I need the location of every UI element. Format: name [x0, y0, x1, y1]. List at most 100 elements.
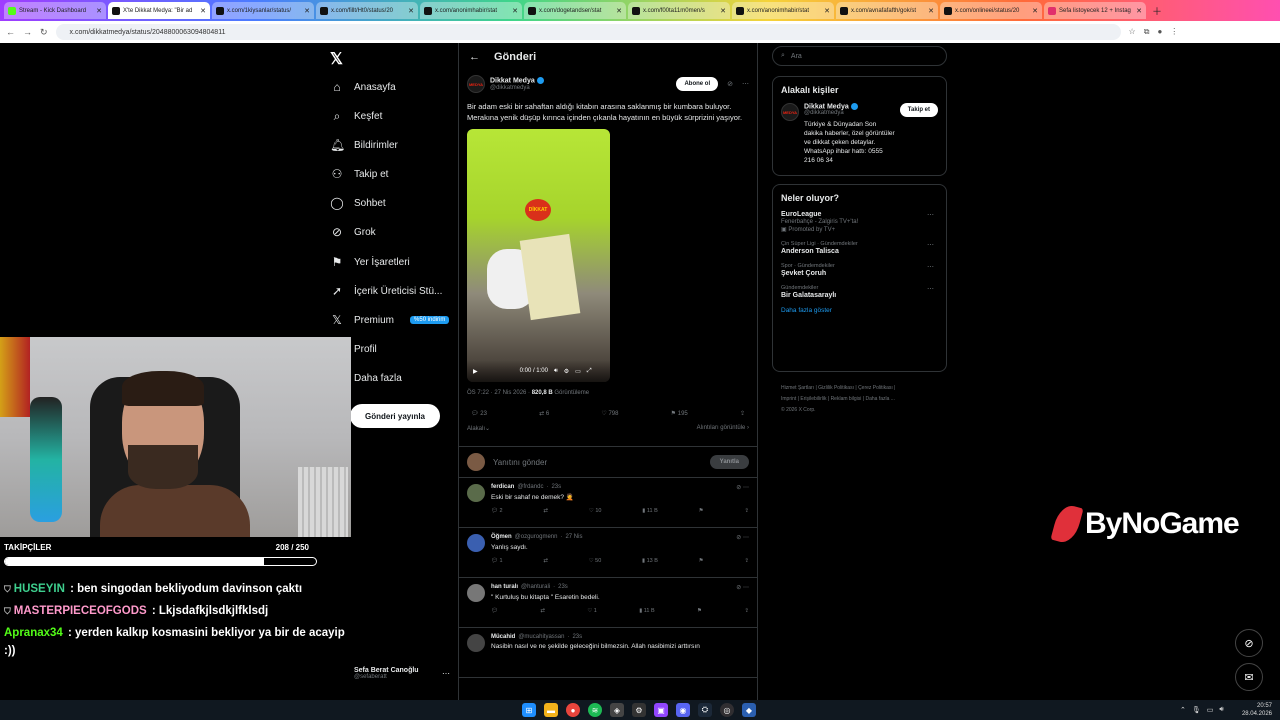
file-explorer-icon[interactable]: ▬	[544, 703, 558, 717]
app-icon[interactable]: ◆	[742, 703, 756, 717]
bookmark-star-icon[interactable]: ☆	[1129, 27, 1136, 37]
nav-item-premium[interactable]: 𝕏 Premium %50 indirim	[330, 313, 450, 327]
reply-button[interactable]: Yanıtla	[709, 455, 749, 469]
browser-tab[interactable]: x.com/onlineei/status/20 ✕	[940, 2, 1042, 19]
repost-icon[interactable]: ⇄	[543, 558, 548, 564]
follow-button[interactable]: Takip et	[899, 103, 938, 117]
avatar[interactable]	[467, 484, 485, 502]
subscribe-button[interactable]: Abone ol	[676, 77, 719, 91]
avatar[interactable]	[467, 634, 485, 652]
footer-link[interactable]: Çerez Politikası	[858, 385, 893, 391]
reload-icon[interactable]: ↻	[40, 27, 48, 38]
related-person[interactable]: MEDYA Dikkat Medya @dikkatmedya Türkiye …	[781, 103, 938, 165]
bookmark-icon[interactable]: ⚑	[699, 558, 704, 564]
profile-icon[interactable]: ●	[1157, 27, 1162, 37]
bookmark-icon[interactable]: ⚑	[699, 508, 704, 514]
reply-action[interactable]: 💬︎ 1	[491, 558, 503, 564]
footer-link[interactable]: Imprint	[781, 396, 796, 402]
forward-icon[interactable]: →	[23, 27, 32, 37]
grok-icon[interactable]: ⊘ ⋯	[736, 534, 749, 541]
post-video[interactable]: DİKKAT ▶ 0:00 / 1:00 🔊︎ ⚙ ▭ ⤢	[467, 129, 610, 382]
repost-action[interactable]: ⇄ 6	[539, 410, 549, 417]
like-action[interactable]: ♡ 50	[589, 558, 602, 564]
close-icon[interactable]: ✕	[720, 7, 726, 15]
grok-fab-icon[interactable]: ⊘	[1235, 629, 1263, 657]
more-icon[interactable]: ⋯	[742, 80, 749, 88]
more-icon[interactable]: ⋯	[927, 263, 934, 271]
avatar[interactable]	[467, 584, 485, 602]
close-icon[interactable]: ✕	[304, 7, 310, 15]
x-logo-icon[interactable]: 𝕏	[330, 49, 343, 69]
nav-item-follow[interactable]: ⚇ Takip et	[330, 167, 389, 181]
more-icon[interactable]: ⋯	[927, 211, 934, 219]
mic-icon[interactable]: 🎙︎	[1192, 706, 1201, 714]
settings-icon[interactable]: ⚙	[632, 703, 646, 717]
browser-tab-active[interactable]: X'te Dikkat Medya: "Bir ad ✕	[108, 2, 210, 19]
trend-item[interactable]: EuroLeague Fenerbahçe - Zalgiris TV+'ta!…	[781, 211, 938, 233]
pip-icon[interactable]: ▭	[575, 368, 581, 375]
post-button[interactable]: Gönderi yayınla	[350, 404, 440, 428]
share-icon[interactable]: ⇪	[744, 558, 749, 564]
browser-tab[interactable]: Sefa listoyecek 12 + Instag ✕	[1044, 2, 1146, 19]
volume-icon[interactable]: 🔊︎	[554, 368, 558, 375]
close-icon[interactable]: ✕	[824, 7, 830, 15]
bookmark-icon[interactable]: ⚑	[697, 608, 702, 614]
nav-item-home[interactable]: ⌂ Anasayfa	[330, 80, 395, 94]
footer-link[interactable]: Erişilebilirlik	[800, 396, 826, 402]
chrome-icon[interactable]: ●	[566, 703, 580, 717]
more-icon[interactable]: ⋯	[927, 285, 934, 293]
avatar[interactable]	[467, 534, 485, 552]
obs-icon[interactable]: ◎	[720, 703, 734, 717]
spotify-icon[interactable]: ≋	[588, 703, 602, 717]
extensions-icon[interactable]: ⧉	[1144, 27, 1150, 37]
chevron-up-icon[interactable]: ⌃	[1180, 706, 1186, 714]
sort-dropdown[interactable]: Alakalı⌄	[467, 425, 490, 432]
clock[interactable]: 20:57 28.04.2026	[1240, 702, 1272, 718]
show-more-link[interactable]: Daha fazla göster	[781, 307, 938, 314]
close-icon[interactable]: ✕	[928, 7, 934, 15]
commenter-name[interactable]: Öğmen	[491, 534, 512, 541]
close-icon[interactable]: ✕	[408, 7, 414, 15]
author-avatar[interactable]: MEDYA	[467, 75, 485, 93]
new-tab-icon[interactable]: ＋	[1152, 3, 1162, 18]
nav-item-creator-studio[interactable]: ➚ İçerik Üreticisi Stü...	[330, 284, 442, 298]
footer-link[interactable]: Daha fazla ...	[865, 396, 894, 402]
play-icon[interactable]: ▶	[473, 368, 478, 375]
search-input[interactable]: ⌕ Ara	[772, 46, 947, 66]
share-icon[interactable]: ⇪	[744, 508, 749, 514]
footer-link[interactable]: Hizmet Şartları	[781, 385, 814, 391]
more-icon[interactable]: ⋯	[927, 241, 934, 249]
share-icon[interactable]: ⇪	[740, 410, 745, 417]
browser-tab[interactable]: x.com/dogetandser/stat ✕	[524, 2, 626, 19]
close-icon[interactable]: ✕	[616, 7, 622, 15]
like-action[interactable]: ♡ 10	[589, 508, 602, 514]
browser-tab[interactable]: x.com/1kiysanlar/status/✕	[212, 2, 314, 19]
nav-item-notifications[interactable]: 🔔︎ Bildirimler	[330, 138, 398, 152]
close-icon[interactable]: ✕	[200, 7, 206, 15]
close-icon[interactable]: ✕	[96, 7, 102, 15]
nav-item-explore[interactable]: ⌕ Keşfet	[330, 109, 383, 124]
browser-tab[interactable]: x.com/f00ta11m0men/s ✕	[628, 2, 730, 19]
nav-item-grok[interactable]: ⊘ Grok	[330, 225, 376, 239]
trend-item[interactable]: Spor · Gündemdekiler Şevket Çoruh ⋯	[781, 263, 938, 277]
url-field[interactable]: x.com/dikkatmedya/status/204880006309480…	[55, 24, 1121, 40]
fullscreen-icon[interactable]: ⤢	[587, 368, 592, 375]
trend-item[interactable]: Çin Süper Ligi · Gündemdekiler Anderson …	[781, 241, 938, 255]
commenter-name[interactable]: han turalı	[491, 584, 518, 591]
close-icon[interactable]: ✕	[512, 7, 518, 15]
views-action[interactable]: ▮ 11 B	[639, 608, 654, 614]
settings-icon[interactable]: ⚙	[564, 368, 569, 375]
browser-tab[interactable]: Stream - Kick Dashboard ✕	[4, 2, 106, 19]
repost-icon[interactable]: ⇄	[540, 608, 545, 614]
author-name[interactable]: Dikkat Medya	[490, 77, 544, 85]
like-action[interactable]: ♡ 1	[587, 608, 597, 614]
avatar[interactable]: MEDYA	[781, 103, 799, 121]
reply-input[interactable]: Yanıtını gönder	[493, 458, 547, 467]
steam-icon[interactable]: ⛭	[698, 703, 712, 717]
close-icon[interactable]: ✕	[1136, 7, 1142, 15]
related-name[interactable]: Dikkat Medya	[804, 103, 849, 110]
views-action[interactable]: ▮ 11 B	[642, 508, 657, 514]
browser-tab[interactable]: x.com/anonimhabir/stat ✕	[732, 2, 834, 19]
more-icon[interactable]: ⋯	[442, 669, 450, 678]
nav-item-bookmarks[interactable]: ⚑ Yer İşaretleri	[330, 255, 410, 269]
